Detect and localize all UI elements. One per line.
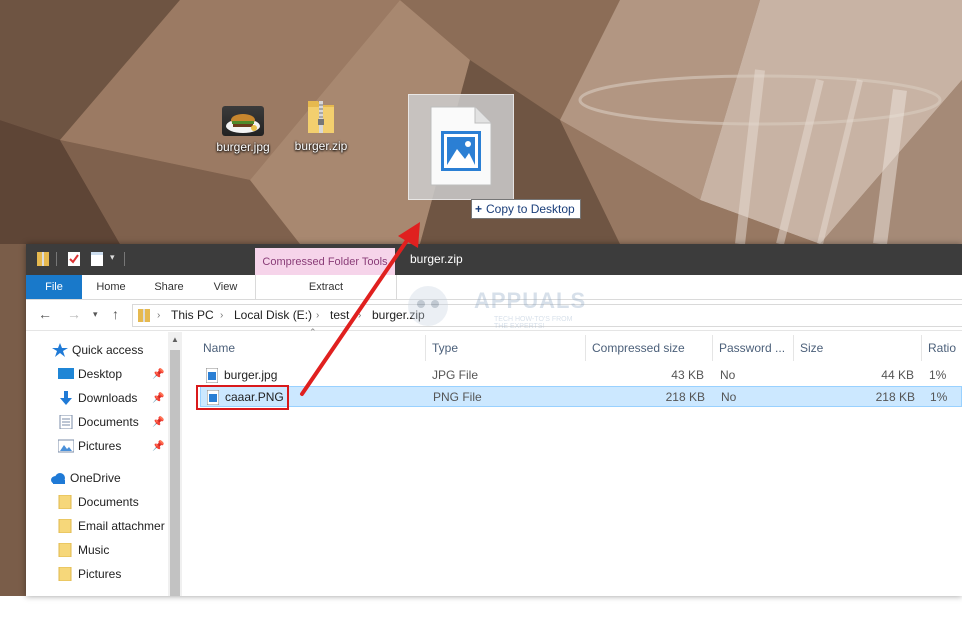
desktop-icon-label: burger.zip xyxy=(294,139,348,153)
zip-folder-icon xyxy=(138,309,150,322)
folder-icon xyxy=(58,519,72,533)
star-icon xyxy=(52,343,68,357)
column-header-size[interactable]: Size xyxy=(800,337,823,359)
nav-label: Downloads xyxy=(78,391,138,405)
file-list: ⌃ Name Type Compressed size Password ...… xyxy=(186,327,962,596)
zip-folder-icon xyxy=(306,97,336,135)
file-compressed-size: 43 KB xyxy=(671,368,704,382)
window-title: burger.zip xyxy=(410,252,463,266)
tab-extract[interactable]: Extract xyxy=(255,275,397,299)
file-ratio: 1% xyxy=(930,390,948,404)
forward-arrow-icon[interactable]: → xyxy=(67,306,81,322)
drag-tooltip-label: Copy to Desktop xyxy=(486,202,575,216)
file-password: No xyxy=(720,368,736,382)
plus-icon: + xyxy=(475,202,483,216)
nav-label: Pictures xyxy=(78,439,122,453)
navigation-pane: Quick access Desktop Downloads Documents xyxy=(26,331,182,596)
up-arrow-icon[interactable]: ↑ xyxy=(112,306,119,322)
drag-tooltip: + Copy to Desktop xyxy=(471,199,581,219)
watermark-text: APPUALS xyxy=(474,288,587,313)
column-header-type[interactable]: Type xyxy=(432,337,458,359)
nav-label: OneDrive xyxy=(70,471,121,485)
contextual-tab-group: Compressed Folder Tools xyxy=(255,248,395,275)
back-arrow-icon[interactable]: ← xyxy=(38,306,52,322)
drag-ghost xyxy=(408,94,514,200)
desktop-icon-burger-jpg[interactable]: burger.jpg xyxy=(203,106,283,154)
appuals-watermark: APPUALS TECH HOW-TO'S FROM THE EXPERTS! xyxy=(390,280,585,340)
column-header-compressed-size[interactable]: Compressed size xyxy=(592,337,685,359)
desktop-icon-burger-zip[interactable]: burger.zip xyxy=(281,97,361,153)
pin-icon[interactable]: 📌 xyxy=(152,441,164,452)
tab-home[interactable]: Home xyxy=(82,275,140,299)
nav-label: Documents xyxy=(78,415,139,429)
file-password: No xyxy=(721,390,737,404)
image-thumbnail-icon xyxy=(222,106,264,136)
desktop-icon xyxy=(58,368,74,379)
zip-folder-icon xyxy=(37,252,49,266)
sort-ascending-icon: ⌃ xyxy=(309,327,317,337)
mascot-logo-icon xyxy=(408,286,448,326)
title-bar: ▾ Compressed Folder Tools burger.zip xyxy=(26,244,962,275)
nav-label: Documents xyxy=(78,495,139,509)
new-folder-icon[interactable] xyxy=(89,251,105,267)
table-row-selected[interactable]: caaar.PNG PNG File 218 KB No 218 KB 1% xyxy=(200,386,962,407)
column-header-password[interactable]: Password ... xyxy=(719,337,785,359)
breadcrumb-separator-icon: › xyxy=(358,310,362,321)
chevron-down-icon[interactable]: ▾ xyxy=(110,252,115,263)
nav-label: Email attachmer xyxy=(78,519,165,533)
folder-icon xyxy=(58,567,72,581)
highlight-box xyxy=(196,385,289,410)
documents-icon xyxy=(59,415,73,429)
tab-share[interactable]: Share xyxy=(140,275,198,299)
table-row[interactable] xyxy=(200,609,962,630)
image-file-icon xyxy=(206,368,218,383)
breadcrumb-separator-icon: › xyxy=(316,310,320,321)
recent-locations-chevron-icon[interactable]: ▾ xyxy=(93,309,98,320)
nav-label: Desktop xyxy=(78,367,123,381)
file-name: burger.jpg xyxy=(224,368,278,382)
pin-icon[interactable]: 📌 xyxy=(152,393,164,404)
nav-label: Music xyxy=(78,543,110,557)
breadcrumb-this-pc[interactable]: This PC xyxy=(171,305,214,326)
nav-label: Quick access xyxy=(72,343,144,357)
tab-file[interactable]: File xyxy=(26,275,82,299)
file-size: 44 KB xyxy=(881,368,914,382)
file-type: JPG File xyxy=(432,368,479,382)
folder-icon xyxy=(58,495,72,509)
column-header-ratio[interactable]: Ratio xyxy=(928,337,956,359)
watermark-tagline: TECH HOW-TO'S FROM THE EXPERTS! xyxy=(494,316,573,330)
breadcrumb-separator-icon: › xyxy=(157,310,161,321)
folder-icon xyxy=(58,543,72,557)
tab-view[interactable]: View xyxy=(198,275,253,299)
pin-icon[interactable]: 📌 xyxy=(152,417,164,428)
properties-icon[interactable] xyxy=(66,251,82,267)
scrollbar-thumb[interactable] xyxy=(170,350,180,596)
file-ratio: 1% xyxy=(929,368,947,382)
pictures-icon xyxy=(58,439,74,453)
breadcrumb-separator-icon: › xyxy=(220,310,224,321)
file-size: 218 KB xyxy=(875,390,915,404)
file-type: PNG File xyxy=(433,390,482,404)
table-row[interactable]: burger.jpg JPG File 43 KB No 44 KB 1% xyxy=(200,365,962,386)
download-arrow-icon xyxy=(60,391,72,405)
desktop-icon-label: burger.jpg xyxy=(216,140,270,154)
navigation-scrollbar[interactable]: ▲ xyxy=(168,332,182,596)
pin-icon[interactable]: 📌 xyxy=(152,369,164,380)
nav-label: Pictures xyxy=(78,567,122,581)
breadcrumb-test[interactable]: test xyxy=(330,305,349,326)
file-compressed-size: 218 KB xyxy=(665,390,705,404)
column-header-name[interactable]: Name xyxy=(203,337,235,359)
breadcrumb-local-disk[interactable]: Local Disk (E:) xyxy=(234,305,312,326)
cloud-icon xyxy=(51,473,65,484)
png-file-icon xyxy=(430,106,492,186)
scroll-up-icon[interactable]: ▲ xyxy=(171,335,179,344)
